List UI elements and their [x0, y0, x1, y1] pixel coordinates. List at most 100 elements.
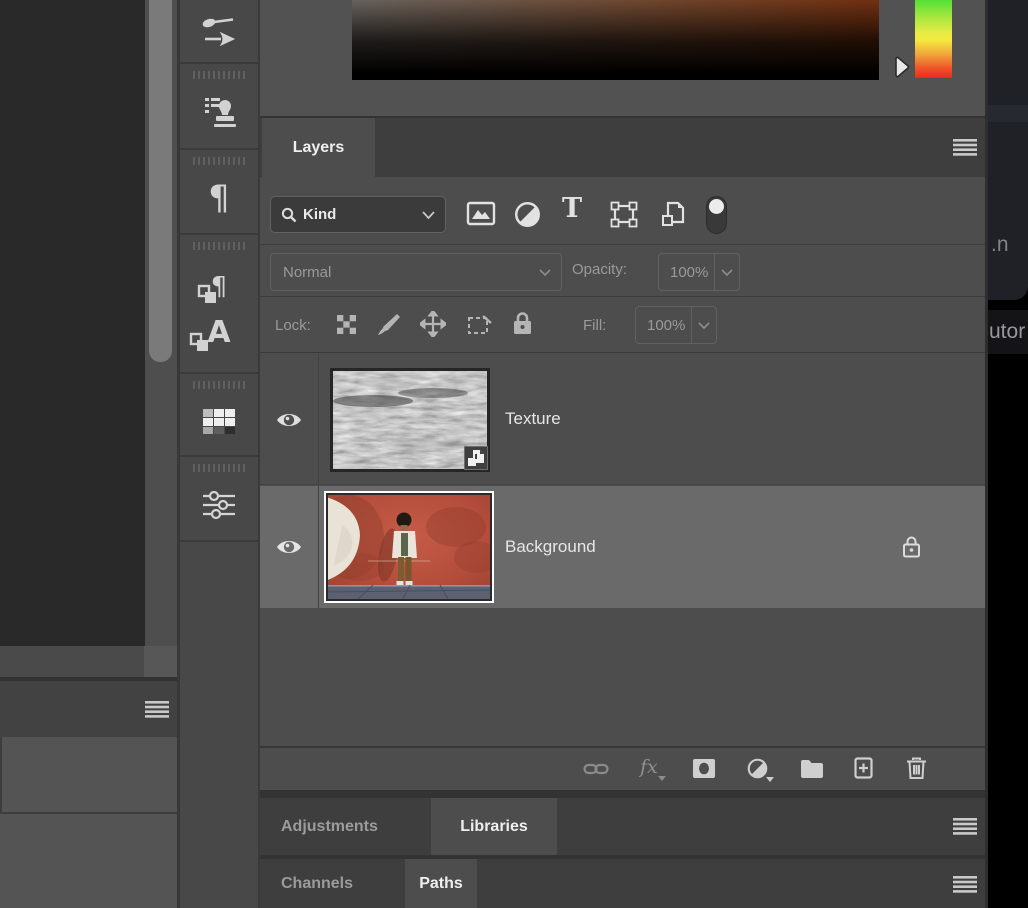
panel-menu-icon[interactable]: [953, 876, 977, 893]
panel-menu-icon[interactable]: [953, 818, 977, 835]
document-canvas[interactable]: [0, 0, 145, 646]
chevron-down-icon: [539, 269, 551, 276]
pixel-layer-filter-icon[interactable]: [466, 201, 496, 227]
channels-tab-label: Channels: [281, 875, 353, 893]
layer-effects-icon[interactable]: fx: [640, 756, 658, 778]
background-window-edge: .n utor: [988, 0, 1028, 908]
vertical-scrollbar-thumb[interactable]: [149, 0, 172, 362]
layer-thumbnail-background[interactable]: [324, 491, 494, 603]
rail-item-swatch-grid[interactable]: [180, 374, 258, 457]
adjustment-layer-filter-icon[interactable]: [514, 201, 541, 228]
layer-row-background[interactable]: Background: [260, 486, 985, 608]
rail-item-sliders[interactable]: [180, 457, 258, 542]
blend-opacity-row: Normal Opacity: 100%: [260, 246, 985, 297]
layer-lock-icon[interactable]: [902, 535, 921, 558]
vertical-scrollbar-track[interactable]: [145, 0, 177, 646]
rail-item-text-styles[interactable]: ¶ A: [180, 235, 258, 374]
layer-filter-toggle[interactable]: [706, 196, 727, 234]
search-icon: [281, 207, 297, 223]
lock-transparent-pixels-icon[interactable]: [336, 314, 357, 335]
partial-text-top: .n: [991, 233, 1009, 257]
sliders-icon: [201, 490, 237, 520]
swatch-grid-icon: [201, 406, 237, 436]
rail-grip: [193, 157, 245, 165]
type-layer-filter-icon[interactable]: T: [562, 193, 582, 224]
rail-grip: [193, 242, 245, 250]
layer-row-texture[interactable]: Texture: [260, 353, 985, 485]
new-layer-icon[interactable]: [854, 757, 873, 779]
tab-paths[interactable]: Paths: [405, 859, 477, 908]
color-saturation-brightness-field[interactable]: [352, 0, 879, 80]
lower-left-panel-cells[interactable]: [0, 737, 177, 814]
layers-empty-area[interactable]: [260, 608, 985, 745]
delete-layer-icon[interactable]: [906, 756, 927, 780]
paragraph-icon: ¶: [208, 181, 230, 215]
lock-image-pixels-icon[interactable]: [376, 312, 401, 337]
tab-layers[interactable]: Layers: [262, 118, 375, 177]
collapsed-panels-rail: ¶ ¶ A: [180, 0, 258, 908]
adjustments-tab-label: Adjustments: [281, 818, 378, 836]
tab-adjustments[interactable]: Adjustments: [281, 798, 378, 855]
visibility-eye-icon[interactable]: [275, 536, 303, 558]
chevron-down-icon: [766, 777, 774, 782]
divider: [691, 307, 692, 343]
layer-thumbnail-texture[interactable]: [330, 368, 490, 472]
divider: [318, 353, 319, 484]
add-layer-mask-icon[interactable]: [693, 759, 715, 778]
character-styles-icon: A: [207, 318, 230, 348]
hue-slider-arrow[interactable]: [893, 55, 913, 79]
lock-position-icon[interactable]: [420, 311, 446, 337]
shape-layer-filter-icon[interactable]: [610, 201, 638, 228]
visibility-eye-icon[interactable]: [275, 409, 303, 431]
layer-name: Background: [505, 486, 596, 608]
background-window-card: .n: [988, 0, 1028, 300]
layers-filter-row: Kind T: [260, 177, 985, 245]
chevron-down-icon: [658, 776, 666, 781]
chevron-down-icon[interactable]: [721, 269, 733, 276]
layer-name: Texture: [505, 353, 561, 484]
fill-field[interactable]: 100%: [635, 306, 717, 344]
chevron-down-icon[interactable]: [698, 322, 710, 329]
layers-toolbar: fx: [260, 746, 985, 790]
paths-tab-label: Paths: [419, 875, 463, 893]
rail-empty: [180, 542, 258, 908]
blend-mode-select[interactable]: Normal: [270, 253, 562, 291]
rail-item-brush-settings[interactable]: [180, 0, 258, 64]
channels-paths-tab-bar: Channels Paths: [260, 859, 985, 908]
clone-source-icon: [199, 94, 239, 130]
partial-text-bottom: utor: [988, 320, 1025, 344]
layers-tab-label: Layers: [293, 139, 345, 157]
divider: [714, 254, 715, 290]
paragraph-styles-icon: ¶: [211, 274, 228, 300]
lock-all-icon[interactable]: [512, 311, 533, 336]
lower-left-panel-header: [0, 681, 177, 737]
new-adjustment-layer-icon[interactable]: [747, 758, 768, 779]
hue-slider-bar[interactable]: [915, 0, 952, 78]
brush-settings-icon: [199, 14, 239, 48]
smart-object-filter-icon[interactable]: [659, 201, 687, 229]
divider: [260, 790, 985, 798]
panel-menu-icon[interactable]: [953, 139, 977, 156]
rail-grip: [193, 464, 245, 472]
link-layers-icon[interactable]: [583, 761, 609, 777]
kind-dropdown-value: Kind: [303, 206, 336, 223]
libraries-tab-label: Libraries: [460, 818, 528, 836]
tab-libraries[interactable]: Libraries: [431, 798, 557, 855]
panel-menu-icon[interactable]: [145, 701, 169, 718]
adjustments-libraries-tab-bar: Adjustments Libraries: [260, 798, 985, 855]
divider: [0, 737, 2, 812]
chevron-down-icon: [422, 211, 435, 219]
rail-item-clone-source[interactable]: [180, 64, 258, 150]
blend-mode-value: Normal: [283, 264, 331, 281]
color-panel: [260, 0, 985, 116]
scrollbar-corner: [144, 646, 177, 677]
tab-channels[interactable]: Channels: [281, 859, 353, 908]
background-window-title-strip: utor: [988, 310, 1028, 354]
layer-filter-kind-dropdown[interactable]: Kind: [270, 196, 446, 233]
opacity-field[interactable]: 100%: [658, 253, 740, 291]
new-group-icon[interactable]: [800, 758, 824, 778]
rail-item-paragraph[interactable]: ¶: [180, 150, 258, 235]
lock-artboard-icon[interactable]: [466, 313, 492, 337]
lower-left-panel-body: [0, 814, 177, 908]
photoshop-workspace: ¶ ¶ A: [0, 0, 1028, 908]
